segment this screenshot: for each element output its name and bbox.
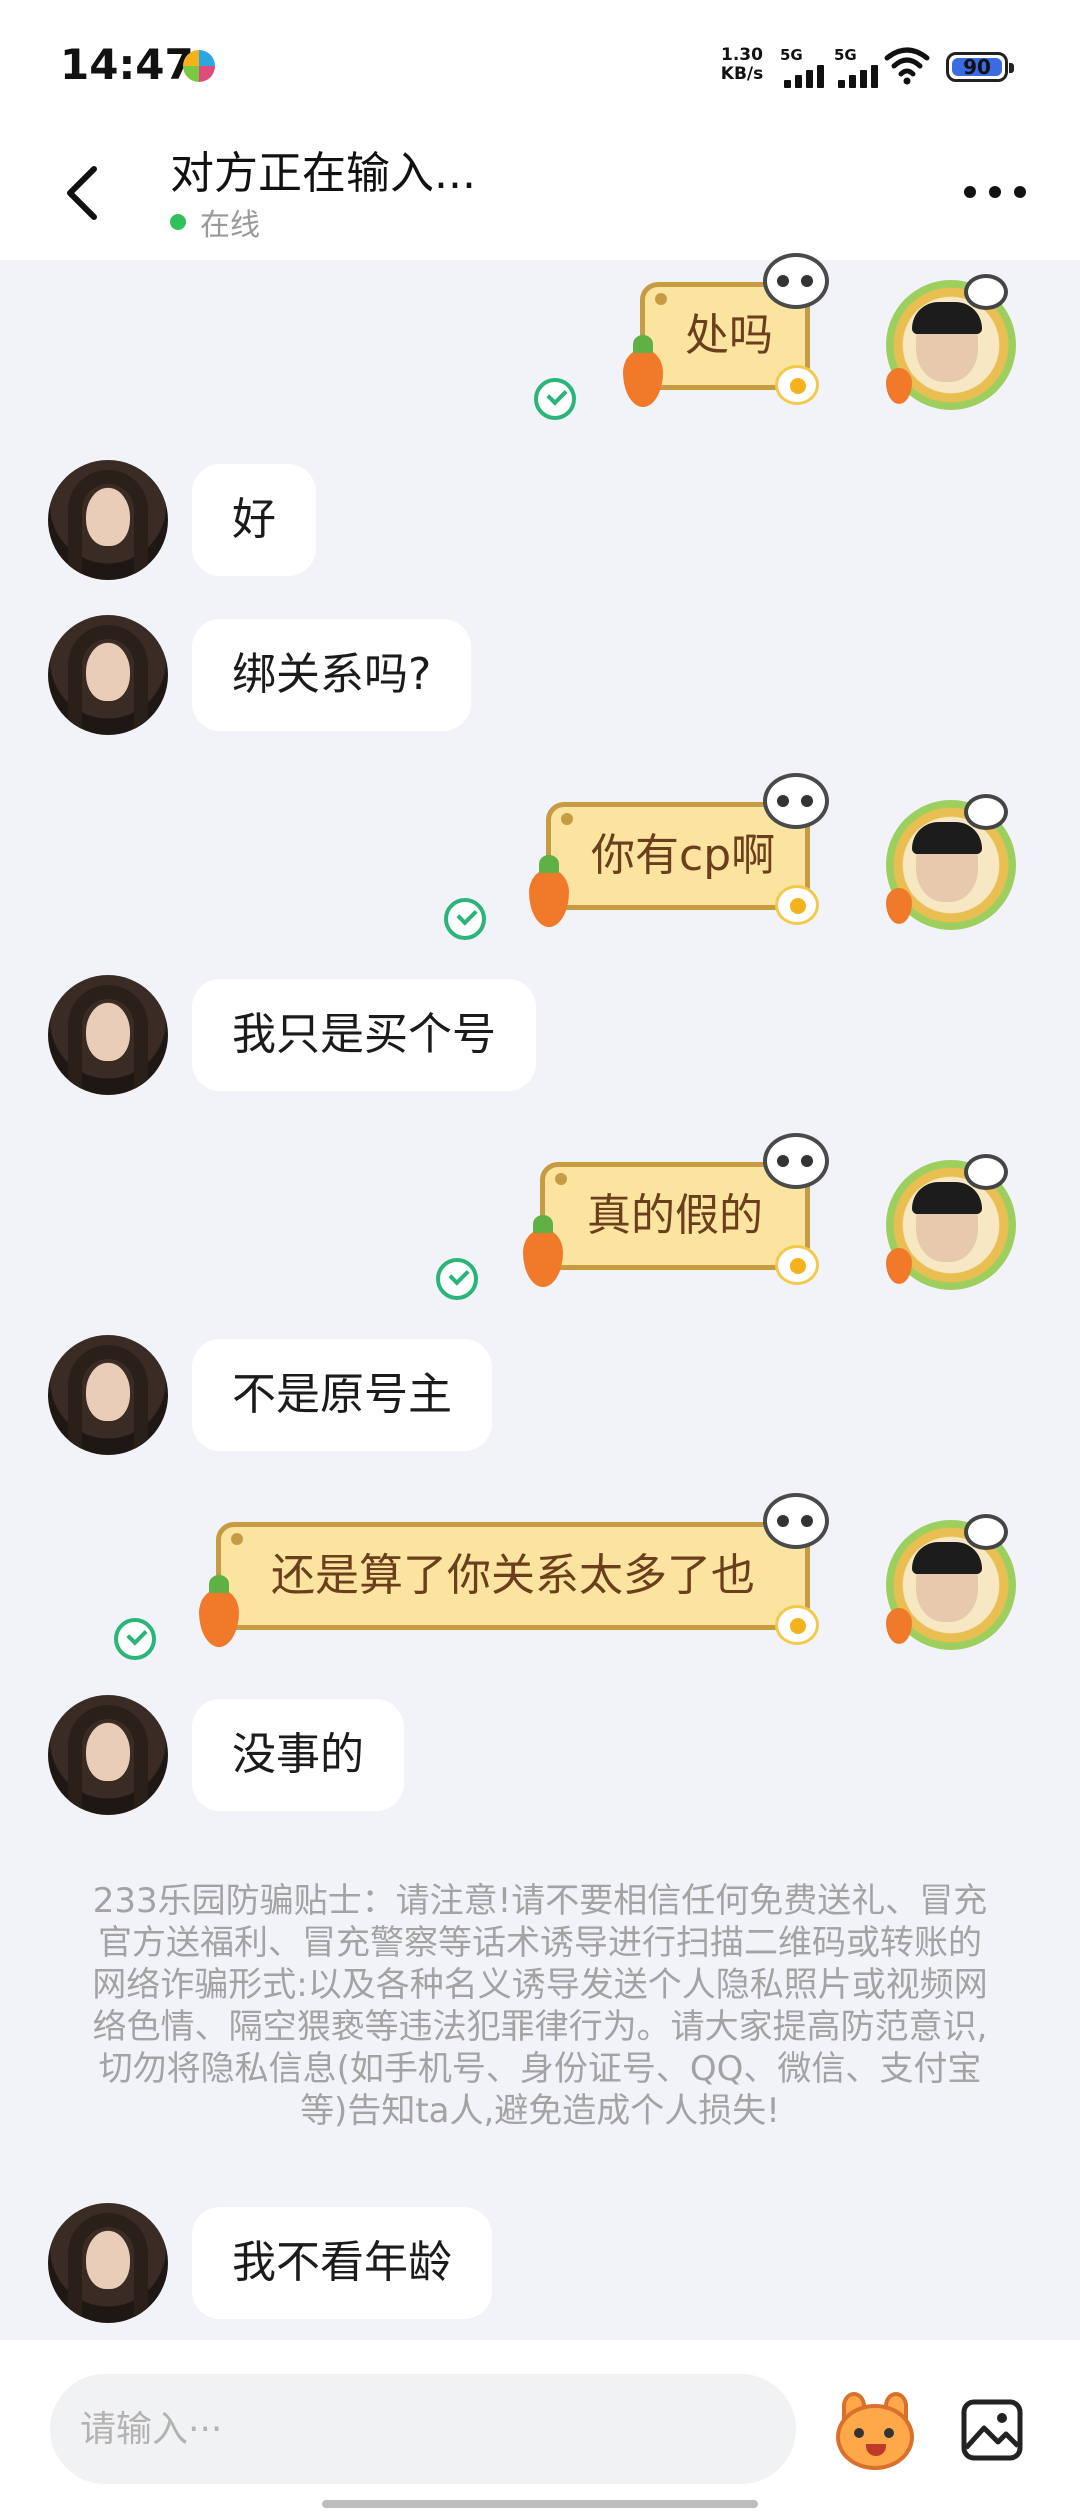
back-icon[interactable] <box>58 161 108 225</box>
message-outgoing: 处吗 <box>0 253 1080 440</box>
my-avatar[interactable] <box>886 794 1016 930</box>
online-dot-icon <box>170 214 186 230</box>
read-check-icon <box>444 898 486 940</box>
image-gallery-icon[interactable] <box>960 2398 1024 2462</box>
message-text: 还是算了你关系太多了也 <box>271 1550 755 1601</box>
emoji-button[interactable] <box>832 2392 918 2472</box>
message-bubble-outgoing[interactable]: 真的假的 <box>523 1133 829 1287</box>
message-outgoing: 真的假的 <box>0 1133 1080 1320</box>
read-check-icon <box>436 1258 478 1300</box>
message-incoming: 绑关系吗? <box>0 615 1080 745</box>
message-outgoing: 还是算了你关系太多了也 <box>0 1493 1080 1680</box>
contact-avatar[interactable] <box>48 460 168 580</box>
network-speed-value: 1.30 <box>721 45 763 65</box>
emoji-sticker-icon <box>836 2404 914 2470</box>
message-bubble-outgoing[interactable]: 你有cp啊 <box>529 773 829 927</box>
my-avatar[interactable] <box>886 1514 1016 1650</box>
chat-header: 对方正在输入... 在线 <box>0 125 1080 260</box>
message-bubble-outgoing[interactable]: 处吗 <box>623 253 829 407</box>
home-indicator[interactable] <box>322 2500 758 2508</box>
contact-avatar[interactable] <box>48 1695 168 1815</box>
network-speed-unit: KB/s <box>720 64 764 84</box>
message-incoming: 不是原号主 <box>0 1335 1080 1465</box>
network-speed: 1.30 KB/s <box>712 46 772 84</box>
my-avatar[interactable] <box>886 274 1016 410</box>
message-incoming: 好 <box>0 460 1080 590</box>
message-bubble-incoming[interactable]: 我只是买个号 <box>192 979 536 1091</box>
message-input[interactable] <box>50 2374 796 2484</box>
input-bar <box>0 2340 1080 2520</box>
message-bubble-incoming[interactable]: 绑关系吗? <box>192 619 472 731</box>
message-bubble-incoming[interactable]: 不是原号主 <box>192 1339 492 1451</box>
signal-label-1: 5G <box>780 46 803 64</box>
contact-avatar[interactable] <box>48 2203 168 2323</box>
battery-tip <box>1009 63 1014 73</box>
message-incoming: 我不看年龄 <box>0 2203 1080 2333</box>
message-text: 真的假的 <box>587 1190 763 1241</box>
message-text: 处吗 <box>685 310 773 361</box>
online-status: 在线 <box>170 200 260 244</box>
status-bar: 14:47 1.30 KB/s 5G 5G 90 <box>0 0 1080 125</box>
status-time: 14:47 <box>60 40 194 89</box>
battery-icon: 90 <box>946 52 1014 82</box>
read-check-icon <box>114 1618 156 1660</box>
online-status-label: 在线 <box>200 208 260 243</box>
read-check-icon <box>534 378 576 420</box>
message-text: 你有cp啊 <box>591 830 776 881</box>
carrier-logo-icon <box>183 50 215 82</box>
wifi-icon <box>884 47 930 85</box>
message-bubble-incoming[interactable]: 没事的 <box>192 1699 404 1811</box>
message-bubble-incoming[interactable]: 我不看年龄 <box>192 2207 492 2319</box>
contact-avatar[interactable] <box>48 975 168 1095</box>
signal-icon-1: 5G <box>780 46 832 88</box>
contact-avatar[interactable] <box>48 1335 168 1455</box>
battery-level: 90 <box>963 55 991 79</box>
message-bubble-outgoing[interactable]: 还是算了你关系太多了也 <box>199 1493 829 1647</box>
signal-icon-2: 5G <box>834 46 886 88</box>
message-incoming: 没事的 <box>0 1695 1080 1825</box>
message-bubble-incoming[interactable]: 好 <box>192 464 316 576</box>
more-options-icon[interactable] <box>960 177 1030 207</box>
message-outgoing: 你有cp啊 <box>0 773 1080 960</box>
anti-fraud-notice: 233乐园防骗贴士：请注意!请不要相信任何免费送礼、冒充官方送福利、冒充警察等话… <box>92 1881 988 2131</box>
signal-label-2: 5G <box>834 46 857 64</box>
message-incoming: 我只是买个号 <box>0 975 1080 1105</box>
chat-title: 对方正在输入... <box>170 148 476 199</box>
my-avatar[interactable] <box>886 1154 1016 1290</box>
contact-avatar[interactable] <box>48 615 168 735</box>
